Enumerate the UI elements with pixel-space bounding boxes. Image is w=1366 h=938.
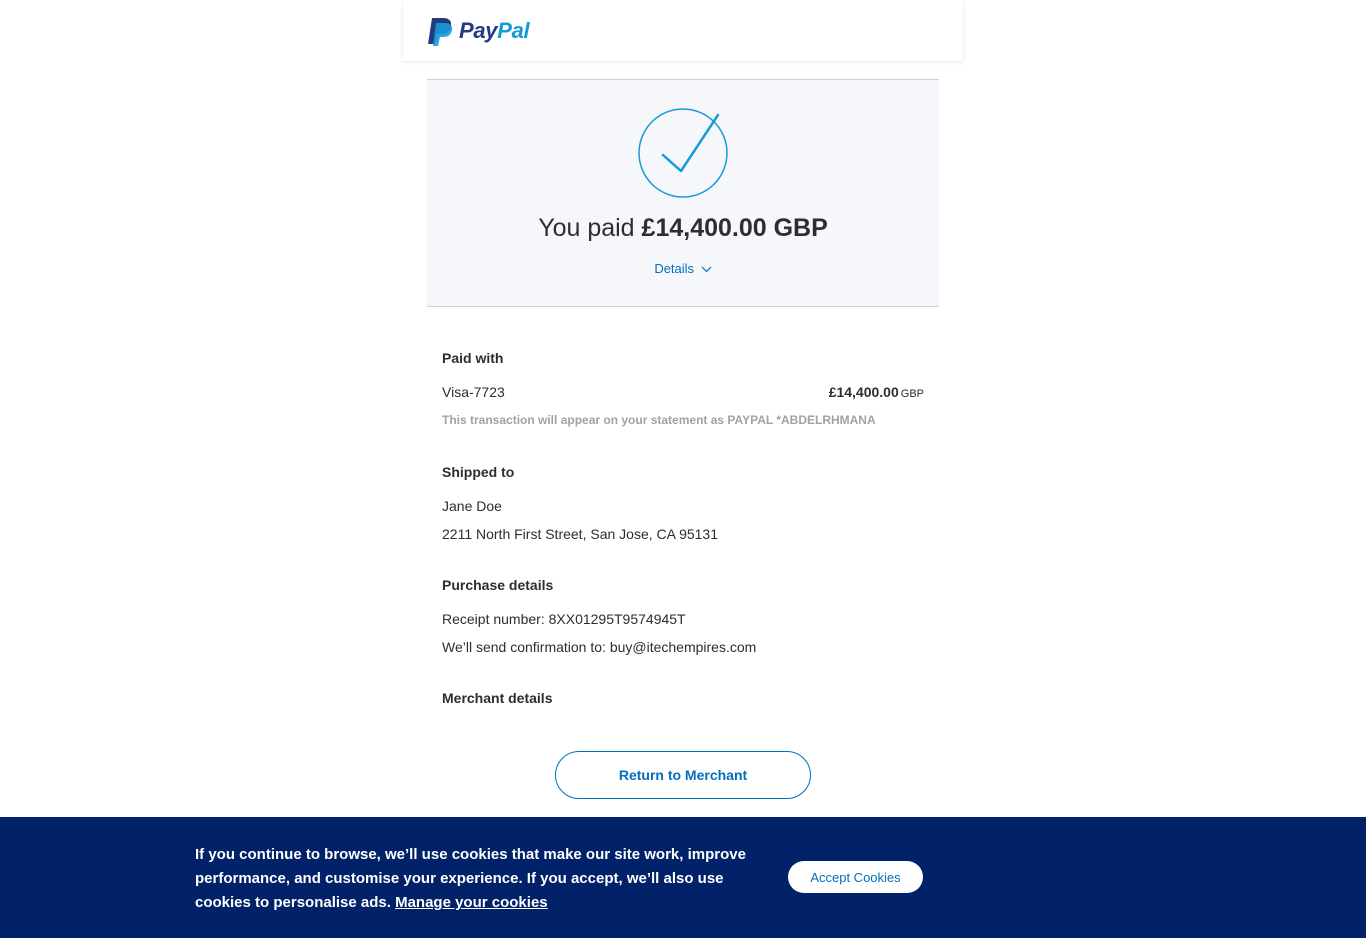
funding-amount: £14,400.00 GBP <box>828 384 924 400</box>
details-label: Details <box>654 261 695 276</box>
paid-with-section: Paid with Visa-7723 £14,400.00 GBP This t… <box>442 350 924 427</box>
receipt-number: Receipt number: 8XX01295T9574945T <box>442 611 686 627</box>
cookie-message: If you continue to browse, we’ll use coo… <box>195 843 755 915</box>
funding-row: Visa-7723 £14,400.00 GBP <box>442 384 924 400</box>
section-title: Purchase details <box>442 577 554 593</box>
purchase-details-section: Purchase details Receipt number: 8XX0129… <box>442 577 924 655</box>
chevron-down-icon <box>701 266 712 273</box>
paypal-logo[interactable]: PayPal <box>428 16 530 46</box>
paid-amount: £14,400.00 GBP <box>641 214 828 242</box>
statement-note: This transaction will appear on your sta… <box>442 413 876 427</box>
section-title: Merchant details <box>442 690 553 706</box>
merchant-details-section: Merchant details <box>442 690 924 706</box>
shipping-address: 2211 North First Street, San Jose, CA 95… <box>442 526 719 542</box>
manage-cookies-link[interactable]: Manage your cookies <box>395 894 548 911</box>
shipped-to-section: Shipped to Jane Doe 2211 North First Str… <box>442 464 924 542</box>
cookie-banner: If you continue to browse, we’ll use coo… <box>0 817 1366 938</box>
checkmark-icon <box>638 108 728 198</box>
recipient-name: Jane Doe <box>442 498 502 514</box>
section-title: Shipped to <box>442 464 515 480</box>
paypal-logo-icon <box>428 17 453 46</box>
confirmation-email: We’ll send confirmation to: buy@itechemp… <box>442 639 757 655</box>
accept-cookies-button[interactable]: Accept Cookies <box>788 861 923 893</box>
payment-summary: You paid £14,400.00 GBP Details <box>427 79 939 307</box>
paid-prefix: You paid <box>538 214 642 242</box>
details-toggle[interactable]: Details <box>427 261 939 276</box>
paid-amount-heading: You paid £14,400.00 GBP <box>427 214 939 243</box>
section-title: Paid with <box>442 350 504 366</box>
return-to-merchant-button[interactable]: Return to Merchant <box>555 751 811 799</box>
page-header: PayPal <box>403 0 963 61</box>
paypal-wordmark: PayPal <box>459 17 530 43</box>
card-label: Visa-7723 <box>442 384 505 400</box>
